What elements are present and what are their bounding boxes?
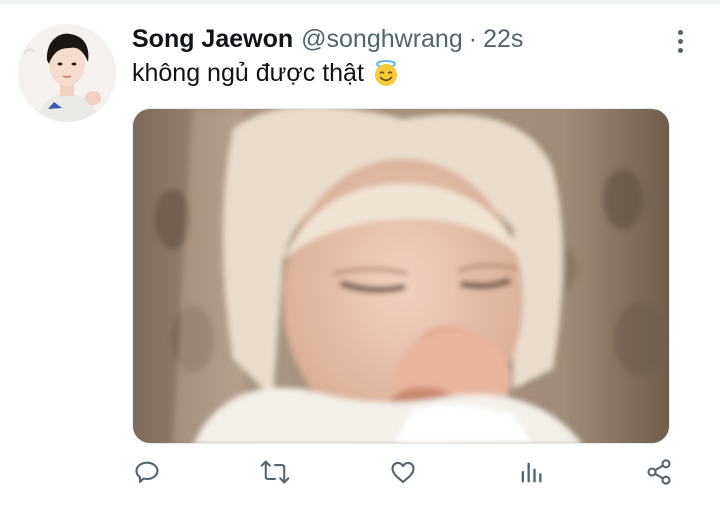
separator-dot: · (468, 25, 478, 53)
halo-smiling-face-icon (372, 59, 400, 87)
retweet-button[interactable] (258, 454, 292, 494)
tweet-text: không ngủ được thật (132, 59, 364, 87)
analytics-button[interactable] (514, 454, 548, 494)
retweet-icon (260, 458, 290, 491)
author-handle[interactable]: @songhwrang (301, 24, 463, 54)
share-icon (645, 458, 673, 491)
tweet[interactable]: Song Jaewon @songhwrang · 22s không ngủ … (0, 4, 720, 508)
tweet-media-image[interactable] (132, 108, 670, 444)
tweet-header: Song Jaewon @songhwrang · 22s (132, 24, 523, 54)
avatar[interactable] (18, 24, 116, 122)
analytics-icon (517, 458, 545, 491)
like-button[interactable] (386, 454, 420, 494)
timestamp[interactable]: 22s (483, 24, 523, 54)
tweet-actions (132, 454, 692, 494)
share-button[interactable] (642, 454, 676, 494)
more-vertical-icon[interactable] (666, 26, 694, 56)
tweet-text-row: không ngủ được thật (132, 58, 400, 88)
author-name[interactable]: Song Jaewon (132, 24, 293, 54)
heart-icon (389, 458, 417, 491)
reply-icon (133, 458, 161, 491)
reply-button[interactable] (130, 454, 164, 494)
